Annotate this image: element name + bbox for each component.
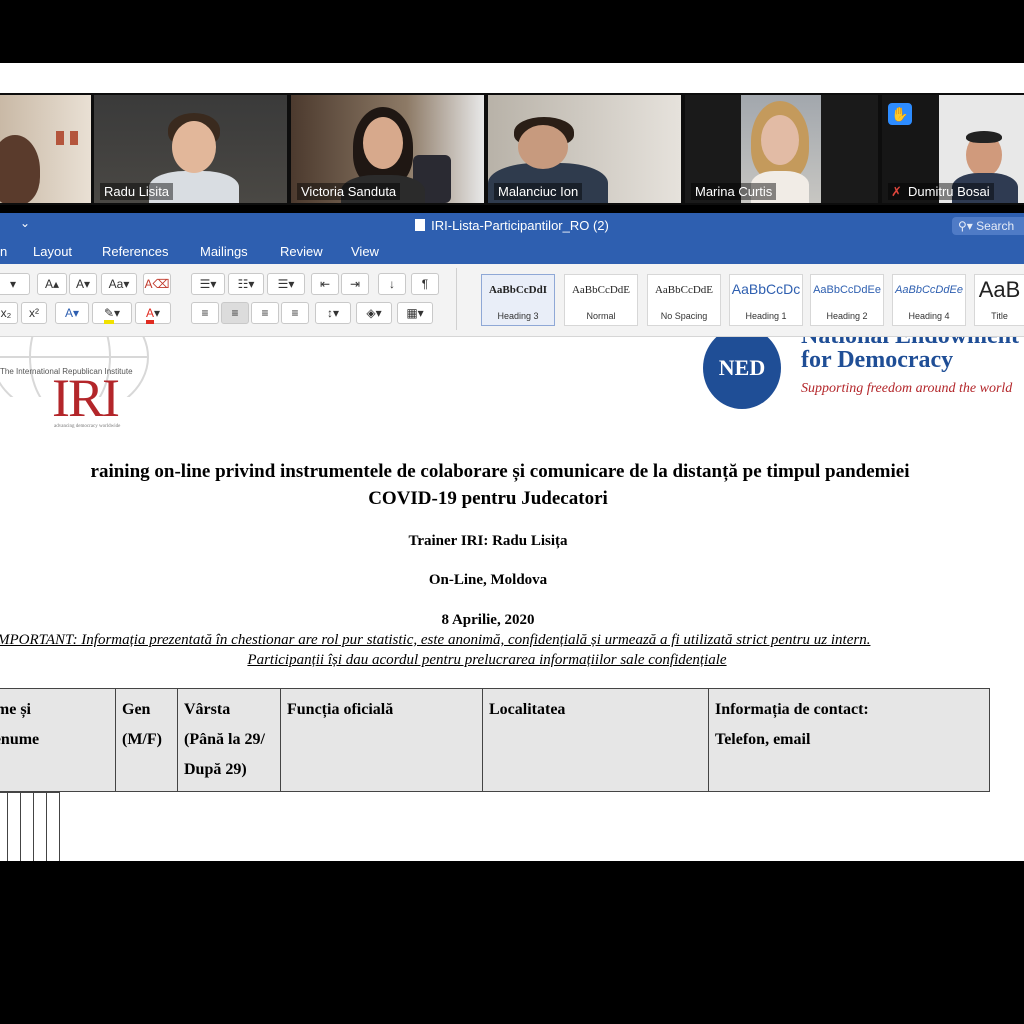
important-notice-line2: Participanții își dau acordul pentru pre… xyxy=(247,652,727,668)
style-no-spacing[interactable]: AaBbCcDdE No Spacing xyxy=(647,274,721,326)
table-cell[interactable] xyxy=(45,792,60,861)
header-functia-oficiala: Funcția oficială xyxy=(280,688,483,792)
table-cell[interactable] xyxy=(6,792,21,861)
header-nume-prenume: ume șirenume xyxy=(0,688,116,792)
ned-seal: NED xyxy=(703,337,781,409)
participant-name: Malanciuc Ion xyxy=(494,183,583,200)
style-heading-3[interactable]: AaBbCcDdI Heading 3 xyxy=(481,274,555,326)
show-formatting-marks-icon[interactable]: ¶ xyxy=(411,273,439,295)
clear-formatting-icon[interactable]: A⌫ xyxy=(143,273,171,295)
tab-mailings[interactable]: Mailings xyxy=(200,244,248,259)
justify-icon[interactable]: ≡ xyxy=(281,302,309,324)
subscript-icon[interactable]: x₂ xyxy=(0,302,18,324)
tab-references[interactable]: References xyxy=(102,244,168,259)
date-line: 8 Aprilie, 2020 xyxy=(441,612,535,628)
header-varsta: Vârsta (Până la 29/După 29) xyxy=(177,688,281,792)
location-line: On-Line, Moldova xyxy=(428,572,548,588)
font-size-dropdown[interactable]: ▾ xyxy=(0,273,30,295)
style-heading-1[interactable]: AaBbCcDc Heading 1 xyxy=(729,274,803,326)
video-tile-1[interactable] xyxy=(0,95,91,203)
style-heading-4[interactable]: AaBbCcDdEe Heading 4 xyxy=(892,274,966,326)
style-normal[interactable]: AaBbCcDdE Normal xyxy=(564,274,638,326)
document-heading-line2: COVID-19 pentru Judecatori xyxy=(368,488,608,509)
document-heading-line1: raining on-line privind instrumentele de… xyxy=(90,461,910,482)
trainer-line: Trainer IRI: Radu Lisița xyxy=(408,533,568,549)
ned-logo: NED National Endowment for Democracy Sup… xyxy=(700,337,1024,417)
grow-font-icon[interactable]: A▴ xyxy=(37,273,67,295)
video-tile-3[interactable]: Victoria Sanduta xyxy=(291,95,484,203)
ribbon-tabs: n Layout References Mailings Review View xyxy=(0,239,1024,264)
multilevel-list-icon[interactable]: ☰▾ xyxy=(267,273,305,295)
line-spacing-icon[interactable]: ↕▾ xyxy=(315,302,351,324)
font-color-icon[interactable]: A▾ xyxy=(135,302,171,324)
participant-name: Marina Curtis xyxy=(691,183,777,200)
video-tile-4[interactable]: Malanciuc Ion xyxy=(488,95,681,203)
align-center-icon[interactable]: ≡ xyxy=(221,302,249,324)
participants-table: ume șirenume Gen(M/F) Vârsta(Până la 29/… xyxy=(0,688,990,861)
shrink-font-icon[interactable]: A▾ xyxy=(69,273,97,295)
iri-logo: The International Republican Institute I… xyxy=(0,337,160,437)
raised-hand-icon: ✋ xyxy=(888,103,912,125)
numbering-icon[interactable]: ☷▾ xyxy=(228,273,264,295)
word-title-bar: ⌄ IRI-Lista-Participantilor_RO (2) ⚲▾ Se… xyxy=(0,213,1024,239)
table-cell[interactable] xyxy=(32,792,47,861)
home-ribbon-toolbar: ▾ A▴ A▾ Aa▾ A⌫ x₂ x² A▾ ✎▾ A▾ ☰▾ ☷▾ ☰▾ ⇤… xyxy=(0,264,1024,337)
decrease-indent-icon[interactable]: ⇤ xyxy=(311,273,339,295)
document-title: IRI-Lista-Participantilor_RO (2) xyxy=(0,218,1024,233)
video-tile-6[interactable]: ✋ ✗ Dumitru Bosai xyxy=(882,95,1024,203)
bottom-black-area xyxy=(0,861,1024,1024)
table-cell[interactable] xyxy=(19,792,34,861)
ribbon-divider xyxy=(456,268,457,330)
tab-view[interactable]: View xyxy=(351,244,379,259)
important-notice-line1: MPORTANT: Informația prezentată în chest… xyxy=(0,632,871,648)
search-input[interactable]: ⚲▾ Search xyxy=(952,217,1024,235)
header-localitatea: Localitatea xyxy=(482,688,709,792)
top-white-band xyxy=(0,63,1024,93)
increase-indent-icon[interactable]: ⇥ xyxy=(341,273,369,295)
muted-mic-icon: ✗ xyxy=(891,184,902,199)
table-cell[interactable] xyxy=(0,792,8,861)
align-left-icon[interactable]: ≡ xyxy=(191,302,219,324)
superscript-icon[interactable]: x² xyxy=(21,302,47,324)
tab-layout[interactable]: Layout xyxy=(33,244,72,259)
highlight-color-icon[interactable]: ✎▾ xyxy=(92,302,132,324)
table-row[interactable] xyxy=(0,792,60,861)
document-page[interactable]: The International Republican Institute I… xyxy=(0,337,1024,861)
text-effects-icon[interactable]: A▾ xyxy=(55,302,89,324)
search-icon: ⚲▾ xyxy=(958,219,977,233)
header-gen: Gen (M/F) xyxy=(115,688,178,792)
word-doc-icon xyxy=(415,219,426,231)
sort-icon[interactable]: ↓ xyxy=(378,273,406,295)
tab-review[interactable]: Review xyxy=(280,244,323,259)
style-title[interactable]: AaB Title xyxy=(974,274,1024,326)
video-tile-5-active-speaker[interactable]: Marina Curtis xyxy=(685,95,878,203)
align-right-icon[interactable]: ≡ xyxy=(251,302,279,324)
video-gallery-strip: Radu Lisita Victoria Sanduta Malanciuc I… xyxy=(0,93,1024,205)
participant-name: Victoria Sanduta xyxy=(297,183,401,200)
header-informatia-de-contact: Informația de contact: Telefon, email xyxy=(708,688,990,792)
tab-insert[interactable]: n xyxy=(0,244,7,259)
participant-name: ✗ Dumitru Bosai xyxy=(888,183,994,200)
video-tile-2[interactable]: Radu Lisita xyxy=(94,95,287,203)
table-header-row: ume șirenume Gen(M/F) Vârsta(Până la 29/… xyxy=(0,688,990,792)
shading-icon[interactable]: ◈▾ xyxy=(356,302,392,324)
change-case-icon[interactable]: Aa▾ xyxy=(101,273,137,295)
borders-icon[interactable]: ▦▾ xyxy=(397,302,433,324)
participant-name: Radu Lisita xyxy=(100,183,174,200)
bullets-icon[interactable]: ☰▾ xyxy=(191,273,225,295)
style-heading-2[interactable]: AaBbCcDdEe Heading 2 xyxy=(810,274,884,326)
